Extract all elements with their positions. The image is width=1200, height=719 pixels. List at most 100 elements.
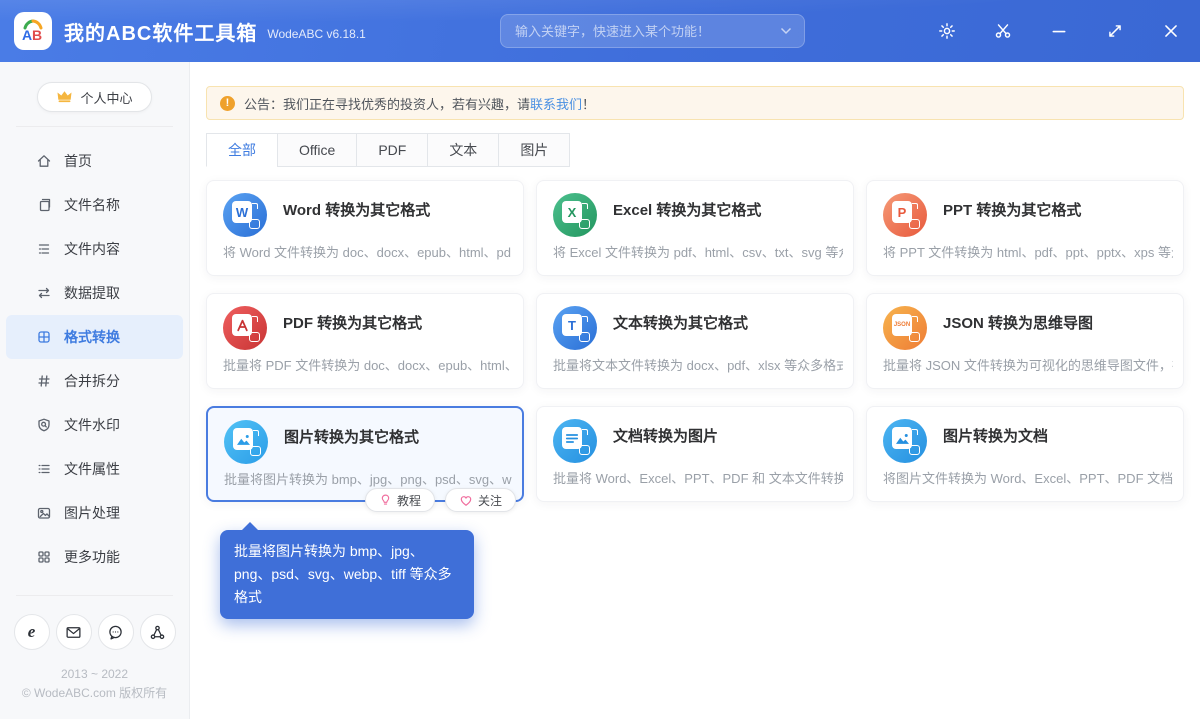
- excel-convert-icon: X: [553, 193, 597, 237]
- global-search[interactable]: [500, 14, 805, 48]
- tab-pdf[interactable]: PDF: [356, 133, 428, 167]
- text-convert-icon: T: [553, 306, 597, 350]
- card-title: JSON 转换为思维导图: [943, 312, 1169, 333]
- image-to-doc-icon: [883, 419, 927, 463]
- sidebar-item-file-props[interactable]: 文件属性: [6, 447, 183, 491]
- card-desc: 批量将图片转换为 bmp、jpg、png、psd、svg、w: [224, 469, 512, 488]
- feature-card-grid: W Word 转换为其它格式 将 Word 文件转换为 doc、docx、epu…: [206, 180, 1184, 502]
- share-icon[interactable]: [140, 614, 176, 650]
- word-convert-icon: W: [223, 193, 267, 237]
- card-desc: 批量将文本文件转换为 docx、pdf、xlsx 等众多格式: [553, 355, 843, 374]
- card-desc: 将 Excel 文件转换为 pdf、html、csv、txt、svg 等众: [553, 242, 843, 261]
- divider: [16, 595, 173, 596]
- chat-icon[interactable]: [98, 614, 134, 650]
- sidebar-item-label: 格式转换: [64, 327, 120, 347]
- settings-icon[interactable]: [938, 22, 956, 40]
- sidebar-item-image-process[interactable]: 图片处理: [6, 491, 183, 535]
- tab-image[interactable]: 图片: [498, 133, 570, 167]
- card-desc: 将 Word 文件转换为 doc、docx、epub、html、pd: [223, 242, 513, 261]
- sidebar: 个人中心 首页 文件名称 文件内容: [0, 62, 190, 719]
- card-doc-to-image[interactable]: 文档转换为图片 批量将 Word、Excel、PPT、PDF 和 文本文件转换为: [536, 406, 854, 502]
- copyright: 2013 ~ 2022 © WodeABC.com 版权所有: [0, 665, 189, 719]
- sidebar-item-watermark[interactable]: 文件水印: [6, 403, 183, 447]
- sidebar-item-label: 文件内容: [64, 239, 120, 259]
- card-pdf-convert[interactable]: PDF 转换为其它格式 批量将 PDF 文件转换为 doc、docx、epub、…: [206, 293, 524, 389]
- mail-icon[interactable]: [56, 614, 92, 650]
- search-input[interactable]: [501, 24, 780, 39]
- tab-all[interactable]: 全部: [206, 133, 278, 167]
- sidebar-menu: 首页 文件名称 文件内容 数据提取 格式转: [0, 139, 189, 579]
- minimize-icon[interactable]: [1050, 22, 1068, 40]
- json-mindmap-icon: JSON: [883, 306, 927, 350]
- contact-us-link[interactable]: 联系我们: [530, 97, 582, 112]
- main-content: ! 公告：我们正在寻找优秀的投资人，若有兴趣，请联系我们！ 全部 Office …: [190, 62, 1200, 719]
- sidebar-item-label: 合并拆分: [64, 371, 120, 391]
- card-hover-tooltip: 批量将图片转换为 bmp、jpg、png、psd、svg、webp、tiff 等…: [220, 530, 474, 619]
- card-title: PDF 转换为其它格式: [283, 312, 509, 333]
- app-title: 我的ABC软件工具箱: [64, 17, 257, 46]
- sidebar-item-label: 首页: [64, 151, 92, 171]
- card-desc: 批量将 JSON 文件转换为可视化的思维导图文件，在: [883, 355, 1173, 374]
- svg-text:A: A: [22, 27, 32, 43]
- sidebar-item-file-name[interactable]: 文件名称: [6, 183, 183, 227]
- profile-center-button[interactable]: 个人中心: [37, 82, 151, 112]
- announcement-banner: ! 公告：我们正在寻找优秀的投资人，若有兴趣，请联系我们！: [206, 86, 1184, 120]
- card-desc: 批量将 PDF 文件转换为 doc、docx、epub、html、: [223, 355, 513, 374]
- sidebar-item-format-convert[interactable]: 格式转换: [6, 315, 183, 359]
- app-version: WodeABC v6.18.1: [267, 27, 366, 41]
- card-excel-convert[interactable]: X Excel 转换为其它格式 将 Excel 文件转换为 pdf、html、c…: [536, 180, 854, 276]
- card-ppt-convert[interactable]: P PPT 转换为其它格式 将 PPT 文件转换为 html、pdf、ppt、p…: [866, 180, 1184, 276]
- card-title: 图片转换为文档: [943, 425, 1169, 446]
- chevron-down-icon[interactable]: [780, 27, 792, 35]
- sidebar-item-data-extract[interactable]: 数据提取: [6, 271, 183, 315]
- tab-office[interactable]: Office: [277, 133, 357, 167]
- card-desc: 将图片文件转换为 Word、Excel、PPT、PDF 文档格: [883, 468, 1173, 487]
- title-bar: A B 我的ABC软件工具箱 WodeABC v6.18.1: [0, 0, 1200, 62]
- alert-icon: !: [220, 96, 235, 111]
- card-word-convert[interactable]: W Word 转换为其它格式 将 Word 文件转换为 doc、docx、epu…: [206, 180, 524, 276]
- window-controls: [938, 0, 1200, 62]
- sidebar-item-label: 图片处理: [64, 503, 120, 523]
- tab-text[interactable]: 文本: [427, 133, 499, 167]
- sidebar-item-more-features[interactable]: 更多功能: [6, 535, 183, 579]
- crown-icon: [56, 88, 73, 106]
- image-convert-icon: [224, 420, 268, 464]
- sidebar-item-merge-split[interactable]: 合并拆分: [6, 359, 183, 403]
- sidebar-item-label: 文件水印: [64, 415, 120, 435]
- card-text-convert[interactable]: T 文本转换为其它格式 批量将文本文件转换为 docx、pdf、xlsx 等众多…: [536, 293, 854, 389]
- tutorial-button[interactable]: 教程: [365, 488, 435, 512]
- card-title: Word 转换为其它格式: [283, 199, 509, 220]
- card-title: Excel 转换为其它格式: [613, 199, 839, 220]
- profile-center-label: 个人中心: [80, 88, 132, 107]
- sidebar-item-label: 数据提取: [64, 283, 120, 303]
- follow-button[interactable]: 关注: [445, 488, 516, 512]
- announcement-text: 公告：我们正在寻找优秀的投资人，若有兴趣，请: [244, 97, 530, 112]
- social-links: e: [0, 614, 189, 650]
- close-icon[interactable]: [1162, 22, 1180, 40]
- sidebar-item-label: 文件属性: [64, 459, 120, 479]
- ie-browser-icon[interactable]: e: [14, 614, 50, 650]
- sidebar-item-home[interactable]: 首页: [6, 139, 183, 183]
- doc-to-image-icon: [553, 419, 597, 463]
- sidebar-item-label: 文件名称: [64, 195, 120, 215]
- divider: [16, 126, 173, 127]
- scissors-icon[interactable]: [994, 22, 1012, 40]
- resize-icon[interactable]: [1106, 22, 1124, 40]
- svg-text:B: B: [32, 27, 42, 43]
- card-title: 图片转换为其它格式: [284, 426, 508, 447]
- pdf-convert-icon: [223, 306, 267, 350]
- sidebar-item-label: 更多功能: [64, 547, 120, 567]
- card-title: 文档转换为图片: [613, 425, 839, 446]
- tutorial-label: 教程: [397, 492, 421, 509]
- card-title: PPT 转换为其它格式: [943, 199, 1169, 220]
- tooltip-text: 批量将图片转换为 bmp、jpg、png、psd、svg、webp、tiff 等…: [234, 543, 452, 605]
- card-image-to-doc[interactable]: 图片转换为文档 将图片文件转换为 Word、Excel、PPT、PDF 文档格: [866, 406, 1184, 502]
- card-desc: 将 PPT 文件转换为 html、pdf、ppt、pptx、xps 等众: [883, 242, 1173, 261]
- follow-label: 关注: [478, 492, 502, 509]
- sidebar-item-file-content[interactable]: 文件内容: [6, 227, 183, 271]
- card-json-mindmap[interactable]: JSON JSON 转换为思维导图 批量将 JSON 文件转换为可视化的思维导图…: [866, 293, 1184, 389]
- ppt-convert-icon: P: [883, 193, 927, 237]
- card-desc: 批量将 Word、Excel、PPT、PDF 和 文本文件转换为: [553, 468, 843, 487]
- card-image-convert[interactable]: 图片转换为其它格式 批量将图片转换为 bmp、jpg、png、psd、svg、w…: [206, 406, 524, 502]
- category-tabs: 全部 Office PDF 文本 图片: [206, 133, 1184, 167]
